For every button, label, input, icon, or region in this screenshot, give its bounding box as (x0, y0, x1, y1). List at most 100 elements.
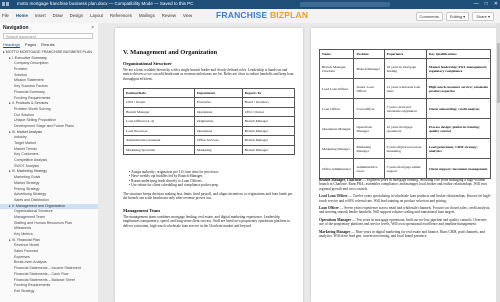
tab-insert[interactable]: Insert (35, 13, 46, 18)
table-cell: 9 years digital real estate marketing (383, 138, 427, 159)
table-cell: Client support; document management (425, 158, 492, 179)
management-team-heading: Management Team (123, 208, 160, 213)
maximize-button[interactable]: □ (485, 1, 488, 7)
tab-layout[interactable]: Layout (90, 13, 103, 18)
brand-logo: FRANCHISE BIZPLAN (216, 10, 309, 20)
table-cell: Administrative Lead (353, 158, 385, 179)
role-name: Lead Loan Officer (319, 194, 348, 199)
bullet-item: Use rebate for client scheduling and com… (129, 183, 295, 187)
close-icon[interactable]: × (91, 25, 94, 31)
window-title: motto mortgage franchise business plan.d… (17, 1, 194, 6)
table-header: Key Qualifications (425, 49, 492, 59)
nav-heading-item[interactable]: Exit Strategy (0, 289, 98, 295)
table-header: Department (193, 88, 243, 98)
ribbon-right-buttons: Comments Editing ▾ Share ▾ (415, 12, 494, 21)
tab-references[interactable]: References (110, 13, 132, 18)
tab-pages[interactable]: Pages (25, 42, 36, 48)
table-header-row: Name Position Experience Key Qualificati… (318, 49, 492, 59)
org-structure-table: Position/Role Department Reports To CEO … (123, 88, 296, 155)
table-cell: Loan Officer (353, 98, 385, 119)
role-paragraph: Branch Manager, Charlotte — Eighteen yea… (319, 178, 491, 191)
table-row: Loan Officers (2–4) Origination Branch Man… (123, 116, 296, 127)
navigation-pane: Navigation × Search document Headings Pa… (0, 23, 99, 302)
table-row: Loan Processor Operations Branch Manager (123, 125, 296, 136)
nav-title: Navigation (3, 25, 29, 31)
autosave-icon[interactable] (2, 2, 5, 6)
tab-view[interactable]: View (183, 13, 192, 18)
table-cell: Process design; platform training; quali… (425, 118, 492, 139)
comments-button[interactable]: Comments (415, 12, 443, 21)
table-cell: Branch Manager (241, 125, 296, 136)
table-cell: Operations (193, 106, 243, 117)
table-cell: Operations (193, 125, 243, 136)
org-structure-heading: Organizational Structure (123, 61, 172, 66)
tab-draw[interactable]: Draw (53, 13, 63, 18)
tab-mailings[interactable]: Mailings (139, 13, 155, 18)
tab-review[interactable]: Review (162, 13, 176, 18)
table-header: Experience (383, 49, 427, 59)
table-cell: 7 years retail and wholesale origination (383, 98, 427, 119)
page-right: Name Position Experience Key Qualificati… (311, 28, 499, 302)
table-row: Loan Officer Loan Officer 7 years retail a… (318, 98, 492, 119)
table-row: Marketing Specialist Marketing Branch Mana… (123, 144, 296, 155)
table-header-row: Position/Role Department Reports To (123, 88, 296, 98)
role-name: Operations Manager (319, 217, 352, 222)
table-cell: Lead Loan Officer (318, 78, 355, 99)
table-cell: High-touch customer service; wholesale p… (425, 78, 492, 99)
tab-design[interactable]: Design (70, 13, 83, 18)
role-descriptions: Branch Manager, Charlotte — Eighteen yea… (319, 178, 491, 241)
nav-heading-item[interactable]: ▸ MOTTO MORTGAGE FRANCHISE BUSINESS PLAN (0, 50, 98, 56)
role-paragraph: Marketing Manager — Nine years in digita… (319, 230, 491, 239)
table-cell: Marketing (193, 144, 243, 155)
role-name: Marketing Manager (319, 229, 351, 234)
table-cell: Marketing Manager (318, 138, 355, 159)
management-team-text: The management team combines mortgage le… (123, 215, 291, 228)
tab-results[interactable]: Results (41, 42, 54, 48)
editing-button[interactable]: Editing ▾ (445, 12, 470, 21)
table-cell: Branch Manager (241, 116, 296, 127)
table-cell: Board / Investors (241, 97, 296, 108)
table-cell: 18 years in mortgage lending (383, 58, 427, 79)
table-header: Position/Role (123, 88, 195, 98)
minimize-button[interactable]: — (474, 1, 479, 7)
table-cell: Marketing Manager (353, 138, 385, 159)
tab-file[interactable]: File (2, 13, 9, 18)
table-row: Branch Manager, Charlotte Branch Manager 1… (318, 58, 492, 79)
table-cell: Loan Processor (123, 125, 195, 136)
nav-search-input[interactable]: Search document (3, 33, 93, 39)
title-search-box[interactable] (300, 2, 390, 7)
table-cell: Client onboarding; credit analysis (425, 98, 492, 119)
table-row: Marketing Manager Marketing Manager 9 year… (318, 138, 492, 159)
role-paragraph: Loan Officer — Seven years experience ac… (319, 206, 491, 215)
table-row: Administrative Assistant Office Services B… (123, 135, 296, 146)
table-header: Position (353, 49, 385, 59)
tab-home[interactable]: Home (16, 13, 28, 18)
role-name: Loan Officer (319, 206, 339, 211)
table-cell: Operations Manager (318, 118, 355, 139)
role-paragraph: Operations Manager — Ten years in mortga… (319, 218, 491, 227)
close-button[interactable]: ✕ (494, 1, 498, 7)
page-left: V. Management and Organization Organizat… (115, 28, 303, 302)
role-name: Branch Manager, Charlotte (319, 178, 362, 182)
nav-tabs: Headings Pages Results (3, 42, 55, 48)
ribbon-tabs: File Home Insert Draw Design Layout Refe… (2, 13, 192, 18)
vertical-scrollbar[interactable] (496, 23, 500, 302)
structure-summary-text: The structure keeps decision making fast… (123, 192, 293, 201)
table-row: Lead Loan Officer Senior Loan Officer 12 y… (318, 78, 492, 99)
table-row: Operations Manager Operations Manager 10 y… (318, 118, 492, 139)
table-row: Branch Manager Operations CEO / Owner (123, 106, 296, 117)
tab-headings[interactable]: Headings (3, 42, 20, 48)
table-cell: 5 years mortgage admin support (383, 158, 427, 179)
scrollbar-thumb[interactable] (496, 43, 500, 103)
org-structure-text: We are a lean, scalable hierarchy with a… (123, 68, 294, 81)
table-cell: CEO / Owner (241, 106, 296, 117)
quick-access-toolbar[interactable] (2, 2, 12, 7)
save-icon[interactable] (6, 2, 9, 6)
table-row: Office Administrator Administrative Lead 5… (318, 158, 492, 179)
table-cell: Branch Manager (123, 106, 195, 117)
table-cell: Branch Manager, Charlotte (318, 58, 355, 79)
management-team-table: Name Position Experience Key Qualificati… (318, 49, 492, 179)
table-cell: Market leadership; P&L management; regul… (425, 58, 492, 79)
share-button[interactable]: Share ▾ (472, 12, 494, 21)
table-cell: Branch Manager (241, 135, 296, 146)
